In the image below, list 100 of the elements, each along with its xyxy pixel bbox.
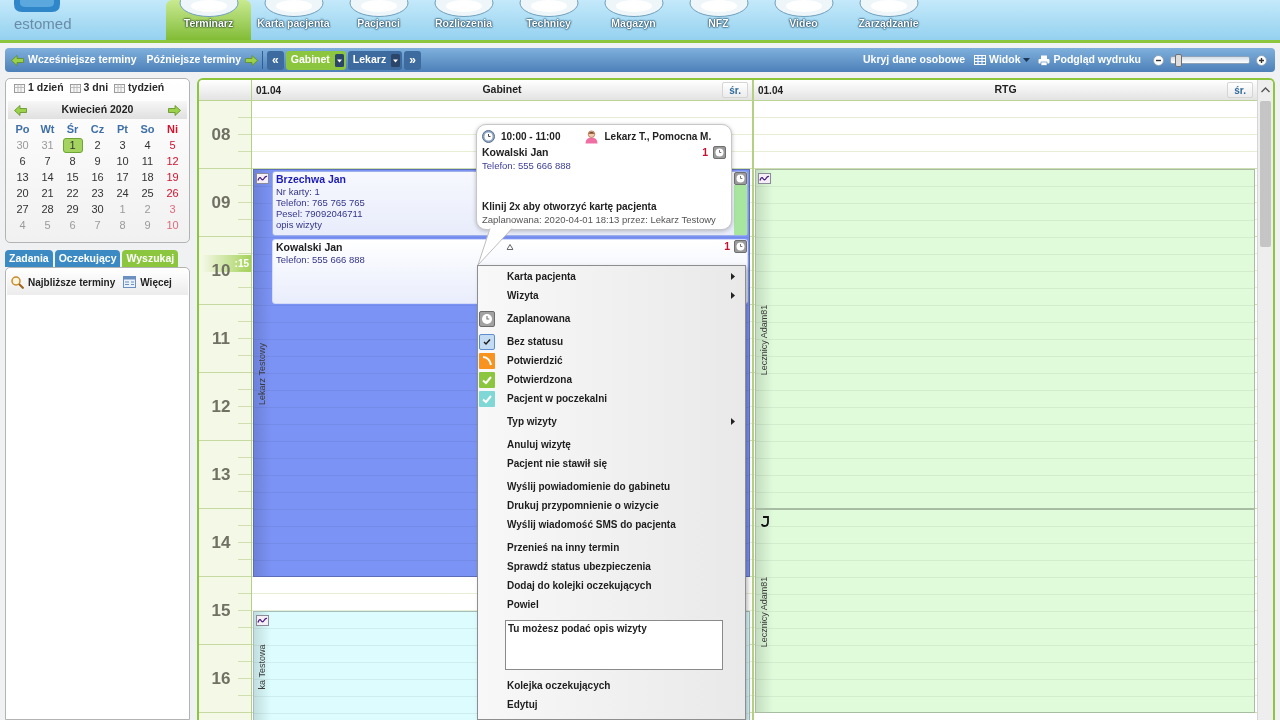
menu-item[interactable]: Pacjent nie stawił się [478, 454, 745, 473]
hour-label: 08 [211, 126, 231, 143]
search-icon [11, 275, 24, 289]
range-button[interactable]: 3 dni [69, 80, 109, 96]
clock-icon [482, 130, 495, 143]
clock-icon [479, 310, 495, 327]
calendar-day[interactable]: 12 [164, 153, 181, 169]
calendar-day[interactable]: 13 [14, 169, 31, 185]
calendar-day[interactable]: 15 [64, 169, 81, 185]
printer-icon [1038, 54, 1051, 66]
hour-label: 15 [211, 602, 231, 619]
calendar-day[interactable]: 14 [39, 169, 56, 185]
zoom-in-icon[interactable] [1256, 54, 1267, 66]
badge-icon [758, 173, 771, 184]
menu-item[interactable]: Dodaj do kolejki oczekujących [478, 576, 745, 595]
hour-label: 14 [211, 534, 231, 551]
calendar-day[interactable]: 8 [67, 153, 78, 169]
shift-label: Lecznicy Adam81 [759, 304, 769, 376]
calendar-day[interactable]: 4 [142, 137, 153, 153]
arrow-left-icon[interactable] [14, 104, 27, 116]
weekday-label: Ni [167, 123, 178, 135]
range-button[interactable]: 1 dzień [14, 80, 64, 96]
column-date: 01.04 [758, 83, 784, 98]
menu-item[interactable]: Potwierdzić [478, 351, 745, 370]
shift-label: ka Testowa [257, 644, 267, 689]
calendar-day[interactable]: 24 [114, 185, 131, 201]
calendar-day[interactable]: 29 [64, 201, 81, 217]
calendar-day[interactable]: 16 [89, 169, 106, 185]
more-button[interactable]: Więcej [123, 274, 172, 290]
menu-item[interactable]: Powiel [478, 595, 745, 614]
column-title: RTG [994, 82, 1017, 98]
sidebar-tab[interactable]: Oczekujący [54, 250, 121, 267]
range-button[interactable]: tydzień [114, 80, 165, 96]
patient-name: Kowalski Jan [482, 147, 549, 158]
patient-name: Brzechwa Jan [276, 173, 347, 186]
menu-item[interactable]: Wizyta [478, 286, 745, 305]
menu-item[interactable]: Anuluj wizytę [478, 435, 745, 454]
slider-thumb[interactable] [1174, 54, 1182, 67]
hour-label: 16 [211, 670, 231, 687]
calendar-day[interactable]: 5 [167, 137, 178, 153]
grid-icon [974, 55, 987, 65]
patient-phone: Telefon: 555 666 888 [482, 160, 571, 172]
calendar-day[interactable]: 7 [42, 153, 53, 169]
calendar-day[interactable]: 27 [14, 201, 31, 217]
view-dropdown[interactable]: Lekarz [347, 50, 403, 70]
tooltip-hint: Klinij 2x aby otworzyć kartę pacjenta [482, 200, 657, 213]
weekday-label: Śr [66, 123, 79, 135]
arrow-right-icon[interactable] [168, 104, 181, 116]
calendar-grid-icon [69, 83, 81, 93]
calendar-day[interactable]: 22 [64, 185, 81, 201]
nearest-dates-button[interactable]: Najbliższe terminy [11, 274, 116, 290]
calendar-day[interactable]: 17 [114, 169, 131, 185]
calendar-day[interactable]: 11 [139, 153, 156, 169]
menu-item[interactable]: Drukuj przypomnienie o wizycie [478, 496, 745, 515]
menu-item[interactable]: Potwierdzona [478, 370, 745, 389]
menu-item[interactable]: Wyślij powiadomienie do gabinetu [478, 477, 745, 496]
menu-item[interactable]: Typ wizyty [478, 412, 745, 431]
visit-staff: Lekarz T., Pomocna M. [604, 131, 712, 142]
calendar-day[interactable]: 26 [164, 185, 181, 201]
menu-item[interactable]: Bez statusu [478, 332, 745, 351]
visit-count: 1 [724, 241, 730, 252]
menu-item[interactable]: Wyślij wiadomość SMS do pacjenta [478, 515, 745, 534]
menu-item[interactable]: Zaplanowana [478, 309, 745, 328]
next-button[interactable]: » [404, 50, 421, 70]
calendar-day[interactable]: 25 [139, 185, 156, 201]
zoom-out-icon[interactable] [1153, 54, 1164, 66]
calendar-day[interactable]: 18 [139, 169, 156, 185]
calendar-day[interactable]: 19 [164, 169, 181, 185]
calendar-day[interactable]: 3 [117, 137, 128, 153]
menu-item[interactable]: Edytuj [478, 695, 745, 714]
calendar-day[interactable]: 1 [62, 137, 83, 153]
menu-item[interactable]: Przenieś na inny termin [478, 538, 745, 557]
calendar-day[interactable]: 2 [92, 137, 103, 153]
calendar-day[interactable]: 20 [14, 185, 31, 201]
column-date: 01.04 [256, 83, 282, 98]
description-field[interactable]: Tu możesz podać opis wizyty [505, 620, 723, 670]
menu-item[interactable]: Kolejka oczekujących [478, 676, 745, 695]
calendar-day[interactable]: 6 [17, 153, 28, 169]
scroll-up-icon[interactable] [1261, 87, 1270, 93]
calendar-day[interactable]: 23 [89, 185, 106, 201]
zoom-slider[interactable] [1170, 56, 1250, 64]
menu-item[interactable]: Karta pacjenta [478, 267, 745, 286]
appointment-detail: Nr karty: 1 [276, 186, 320, 197]
caret-icon [1023, 58, 1031, 62]
menu-item[interactable]: Sprawdź status ubezpieczenia [478, 557, 745, 576]
calendar-day[interactable]: 10 [114, 153, 131, 169]
calendar-day[interactable]: 28 [39, 201, 56, 217]
calendar-grid-icon [14, 83, 25, 93]
appointment-detail: Pesel: 79092046711 [276, 208, 363, 219]
badge-icon [256, 615, 269, 626]
calendar-day[interactable]: 9 [92, 153, 103, 169]
menu-item[interactable]: Pacjent w poczekalni [478, 389, 745, 408]
shift-label: Lecznicy Adam81 [759, 576, 769, 648]
previous-button[interactable]: « [267, 50, 284, 70]
weekday-button[interactable]: śr. [722, 82, 748, 98]
calendar-day[interactable]: 21 [39, 185, 56, 201]
sidebar-tab[interactable]: Zadania [5, 250, 53, 267]
scrollbar-thumb[interactable] [1260, 101, 1271, 247]
calendar-day[interactable]: 30 [89, 201, 106, 217]
weekday-button[interactable]: śr. [1227, 82, 1253, 98]
